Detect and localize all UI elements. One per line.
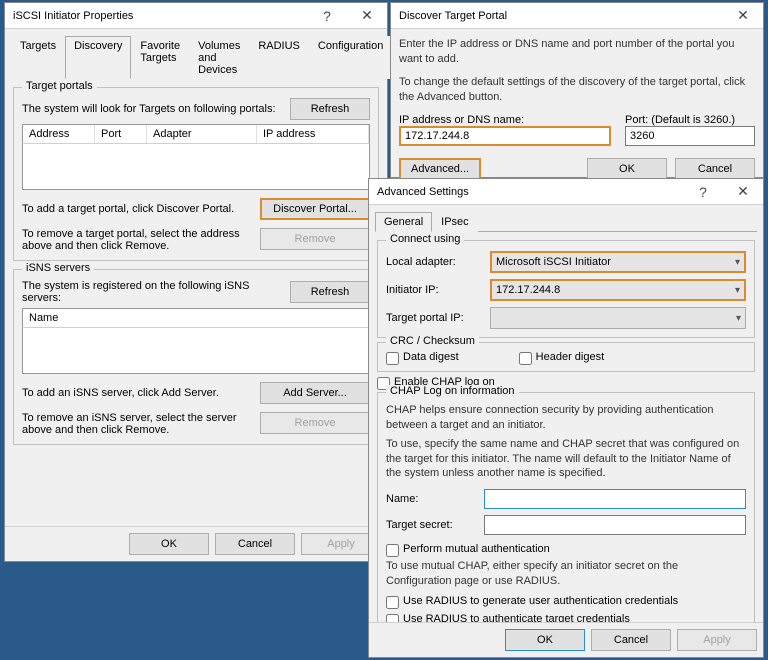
ip-input[interactable]	[399, 126, 611, 146]
chevron-down-icon: ▾	[735, 257, 740, 268]
titlebar: Advanced Settings ? ✕	[369, 179, 763, 205]
isns-list[interactable]	[22, 328, 370, 374]
isns-list-header: Name	[22, 308, 370, 328]
dialog-buttons: OK Cancel Apply	[5, 526, 387, 561]
iscsi-properties-dialog: iSCSI Initiator Properties ? ✕ Targets D…	[4, 2, 388, 562]
desc1: Enter the IP address or DNS name and por…	[399, 37, 755, 67]
isns-group: iSNS servers The system is registered on…	[13, 269, 379, 445]
initiator-ip-label: Initiator IP:	[386, 284, 482, 296]
dialog-title: iSCSI Initiator Properties	[13, 10, 307, 22]
advanced-settings-dialog: Advanced Settings ? ✕ General IPsec Conn…	[368, 178, 764, 658]
isns-remove-hint: To remove an iSNS server, select the ser…	[22, 412, 252, 436]
discover-portal-button[interactable]: Discover Portal...	[260, 198, 370, 220]
ip-label: IP address or DNS name:	[399, 114, 611, 126]
help-button[interactable]: ?	[683, 179, 723, 205]
col-address[interactable]: Address	[23, 125, 95, 143]
dialog-title: Discover Target Portal	[399, 10, 723, 22]
tab-volumes-devices[interactable]: Volumes and Devices	[189, 36, 249, 79]
tp-add-hint: To add a target portal, click Discover P…	[22, 203, 234, 215]
isns-desc: The system is registered on the followin…	[22, 280, 282, 304]
tp-refresh-button[interactable]: Refresh	[290, 98, 370, 120]
initiator-ip-value: 172.17.244.8	[496, 284, 560, 296]
connect-using-group: Connect using Local adapter: Microsoft i…	[377, 240, 755, 338]
isns-refresh-button[interactable]: Refresh	[290, 281, 370, 303]
col-ip[interactable]: IP address	[257, 125, 369, 143]
dialog-buttons: OK Cancel Apply	[369, 622, 763, 657]
chevron-down-icon: ▾	[736, 313, 741, 324]
close-button[interactable]: ✕	[723, 179, 763, 205]
chap-secret-label: Target secret:	[386, 519, 476, 531]
target-portal-ip-label: Target portal IP:	[386, 312, 482, 324]
initiator-ip-select[interactable]: 172.17.244.8 ▾	[490, 279, 746, 301]
apply-button: Apply	[677, 629, 757, 651]
tab-targets[interactable]: Targets	[11, 36, 65, 79]
tp-list-header: Address Port Adapter IP address	[22, 124, 370, 144]
tab-discovery[interactable]: Discovery	[65, 36, 131, 79]
isns-add-button[interactable]: Add Server...	[260, 382, 370, 404]
tp-remove-button: Remove	[260, 228, 370, 250]
chap-logon-group: CHAP Log on information CHAP helps ensur…	[377, 392, 755, 622]
tp-remove-hint: To remove a target portal, select the ad…	[22, 228, 252, 252]
port-label: Port: (Default is 3260.)	[625, 114, 755, 126]
tp-desc: The system will look for Targets on foll…	[22, 103, 276, 115]
chap-desc2: To use, specify the same name and CHAP s…	[386, 437, 746, 482]
tab-radius[interactable]: RADIUS	[249, 36, 309, 79]
close-button[interactable]: ✕	[723, 3, 763, 29]
target-portals-group: Target portals The system will look for …	[13, 87, 379, 261]
chap-name-label: Name:	[386, 493, 476, 505]
cancel-button[interactable]: Cancel	[215, 533, 295, 555]
col-adapter[interactable]: Adapter	[147, 125, 257, 143]
ok-button[interactable]: OK	[129, 533, 209, 555]
cancel-button[interactable]: Cancel	[591, 629, 671, 651]
group-legend: Connect using	[386, 233, 464, 245]
titlebar: Discover Target Portal ✕	[391, 3, 763, 29]
chap-name-input[interactable]	[484, 489, 746, 509]
ok-button[interactable]: OK	[505, 629, 585, 651]
mutual-desc: To use mutual CHAP, either specify an in…	[386, 559, 746, 589]
tab-ipsec[interactable]: IPsec	[432, 212, 478, 232]
local-adapter-select[interactable]: Microsoft iSCSI Initiator ▾	[490, 251, 746, 273]
port-input[interactable]	[625, 126, 755, 146]
crc-group: CRC / Checksum Data digest Header digest	[377, 342, 755, 372]
group-legend: CRC / Checksum	[386, 335, 479, 347]
group-legend: Target portals	[22, 80, 97, 92]
tabs: Targets Discovery Favorite Targets Volum…	[11, 35, 381, 79]
col-name[interactable]: Name	[23, 309, 369, 327]
isns-add-hint: To add an iSNS server, click Add Server.	[22, 387, 219, 399]
tabs: General IPsec	[375, 211, 757, 232]
tab-configuration[interactable]: Configuration	[309, 36, 392, 79]
local-adapter-value: Microsoft iSCSI Initiator	[496, 256, 611, 268]
chap-secret-input[interactable]	[484, 515, 746, 535]
chevron-down-icon: ▾	[735, 285, 740, 296]
help-button[interactable]: ?	[307, 3, 347, 29]
col-port[interactable]: Port	[95, 125, 147, 143]
mutual-auth-checkbox[interactable]: Perform mutual authentication	[386, 543, 746, 557]
group-legend: iSNS servers	[22, 262, 94, 274]
isns-remove-button: Remove	[260, 412, 370, 434]
titlebar: iSCSI Initiator Properties ? ✕	[5, 3, 387, 29]
header-digest-checkbox[interactable]: Header digest	[519, 351, 605, 365]
tab-general[interactable]: General	[375, 212, 432, 232]
local-adapter-label: Local adapter:	[386, 256, 482, 268]
radius-authenticate-checkbox[interactable]: Use RADIUS to authenticate target creden…	[386, 613, 746, 622]
group-legend: CHAP Log on information	[386, 385, 519, 397]
tab-favorite-targets[interactable]: Favorite Targets	[131, 36, 189, 79]
target-portal-ip-select[interactable]: ▾	[490, 307, 746, 329]
close-button[interactable]: ✕	[347, 3, 387, 29]
chap-desc1: CHAP helps ensure connection security by…	[386, 403, 746, 433]
desc2: To change the default settings of the di…	[399, 75, 755, 105]
discover-target-portal-dialog: Discover Target Portal ✕ Enter the IP ad…	[390, 2, 764, 178]
radius-generate-checkbox[interactable]: Use RADIUS to generate user authenticati…	[386, 595, 746, 609]
data-digest-checkbox[interactable]: Data digest	[386, 351, 459, 365]
tp-list[interactable]	[22, 144, 370, 190]
dialog-title: Advanced Settings	[377, 186, 683, 198]
